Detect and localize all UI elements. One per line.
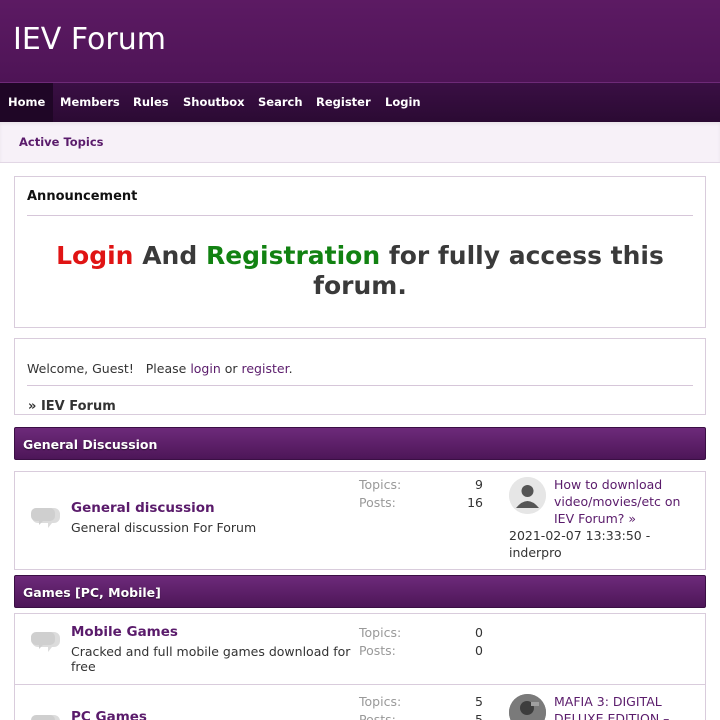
topics-count: 0: [475, 625, 483, 640]
site-header: IEV Forum: [0, 0, 720, 82]
welcome-or: or: [220, 361, 242, 376]
announcement-title: Announcement: [27, 189, 138, 204]
last-post-link[interactable]: MAFIA 3: DIGITAL DELUXE EDITION –: [554, 693, 694, 720]
active-topics-link[interactable]: Active Topics: [19, 135, 104, 149]
category-title: Games [PC, Mobile]: [23, 585, 161, 600]
nav-home[interactable]: Home: [0, 83, 54, 122]
posts-count: 0: [475, 643, 483, 658]
announcement-panel: Announcement Login And Registration for …: [14, 176, 706, 328]
nav-rules[interactable]: Rules: [125, 83, 177, 122]
nav-shoutbox[interactable]: Shoutbox: [175, 83, 253, 122]
sub-bar: Active Topics: [0, 122, 720, 163]
board-row-mobile-games: Mobile Games Cracked and full mobile gam…: [14, 613, 706, 685]
announcement-and-word: And: [133, 241, 206, 270]
board-chat-icon: [31, 632, 60, 652]
board-chat-icon: [31, 508, 60, 528]
board-row-general-discussion: General discussion General discussion Fo…: [14, 471, 706, 570]
board-row-pc-games: PC Games Topics: 5 Posts: 5 MAFIA 3: DIG…: [14, 684, 706, 720]
welcome-login-link[interactable]: login: [190, 361, 220, 376]
posts-count: 5: [475, 712, 483, 720]
welcome-panel: Welcome, Guest! Please login or register…: [14, 338, 706, 415]
announcement-message: Login And Registration for fully access …: [45, 241, 675, 301]
nav-login[interactable]: Login: [377, 83, 429, 122]
game-cover-thumbnail-icon: [509, 694, 546, 720]
board-name[interactable]: Mobile Games: [71, 624, 178, 640]
board-description: General discussion For Forum: [71, 520, 257, 535]
nav-search[interactable]: Search: [250, 83, 311, 122]
board-name[interactable]: General discussion: [71, 500, 215, 516]
topics-label: Topics:: [359, 694, 402, 709]
welcome-divider: [27, 385, 693, 386]
last-post-meta: 2021-02-07 13:33:50 - inderpro: [509, 528, 651, 560]
last-post-link[interactable]: How to download video/movies/etc on IEV …: [554, 476, 694, 527]
nav-register[interactable]: Register: [308, 83, 379, 122]
main-nav: Home Members Rules Shoutbox Search Regis…: [0, 82, 720, 122]
announcement-login-word: Login: [56, 241, 134, 270]
category-title: General Discussion: [23, 437, 158, 452]
user-silhouette-icon: [509, 477, 546, 514]
welcome-text: Welcome, Guest! Please: [27, 361, 191, 376]
topics-count: 5: [475, 694, 483, 709]
posts-label: Posts:: [359, 495, 396, 510]
nav-members[interactable]: Members: [52, 83, 128, 122]
topics-label: Topics:: [359, 477, 402, 492]
welcome-register-link[interactable]: register: [242, 361, 289, 376]
welcome-line: Welcome, Guest! Please login or register…: [27, 361, 293, 376]
posts-label: Posts:: [359, 712, 396, 720]
last-post-avatar[interactable]: [509, 477, 546, 514]
site-title[interactable]: IEV Forum: [13, 22, 166, 57]
board-description: Cracked and full mobile games download f…: [71, 644, 351, 674]
breadcrumb-arrow: »: [28, 399, 41, 414]
category-header-general-discussion[interactable]: General Discussion: [14, 427, 706, 460]
board-name[interactable]: PC Games: [71, 709, 147, 720]
breadcrumb-forum-link[interactable]: IEV Forum: [41, 399, 116, 414]
breadcrumb: » IEV Forum: [28, 399, 116, 414]
posts-label: Posts:: [359, 643, 396, 658]
announcement-divider: [27, 215, 693, 216]
announcement-registration-word: Registration: [205, 241, 381, 270]
category-header-games[interactable]: Games [PC, Mobile]: [14, 575, 706, 608]
board-chat-icon: [31, 715, 60, 720]
topics-label: Topics:: [359, 625, 402, 640]
topics-count: 9: [475, 477, 483, 492]
welcome-suffix: .: [288, 361, 293, 376]
last-post-avatar[interactable]: [509, 694, 546, 720]
posts-count: 16: [467, 495, 483, 510]
